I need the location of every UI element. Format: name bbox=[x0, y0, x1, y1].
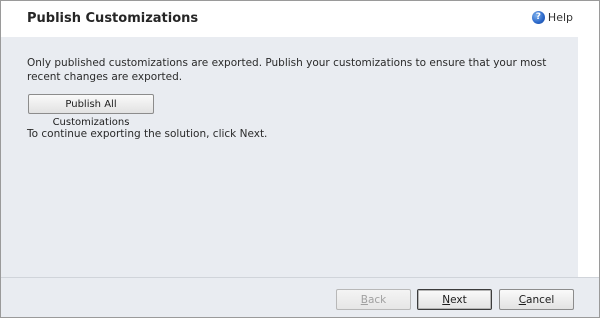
content-area: Only published customizations are export… bbox=[1, 37, 578, 277]
description-text: Only published customizations are export… bbox=[27, 57, 547, 83]
next-button-label: ext bbox=[450, 294, 467, 306]
dialog-header: Publish Customizations ? Help bbox=[1, 1, 599, 37]
dialog-footer: Back Next Cancel bbox=[1, 278, 599, 317]
publish-customizations-dialog: Publish Customizations ? Help Only publi… bbox=[0, 0, 600, 318]
next-button-accelerator: N bbox=[442, 294, 451, 306]
cancel-button-accelerator: C bbox=[518, 294, 527, 306]
back-button-accelerator: B bbox=[360, 294, 368, 306]
page-title: Publish Customizations bbox=[27, 11, 199, 26]
continue-instruction-text: To continue exporting the solution, clic… bbox=[27, 128, 268, 140]
publish-all-customizations-button[interactable]: Publish All Customizations bbox=[28, 94, 154, 128]
back-button[interactable]: Back bbox=[336, 289, 411, 310]
back-button-label: ack bbox=[367, 294, 387, 306]
help-link[interactable]: ? Help bbox=[531, 11, 573, 24]
cancel-button-label: ancel bbox=[526, 294, 555, 306]
cancel-button[interactable]: Cancel bbox=[499, 289, 574, 310]
help-label[interactable]: Help bbox=[548, 11, 573, 24]
help-icon[interactable]: ? bbox=[531, 11, 545, 24]
next-button[interactable]: Next bbox=[417, 289, 492, 310]
